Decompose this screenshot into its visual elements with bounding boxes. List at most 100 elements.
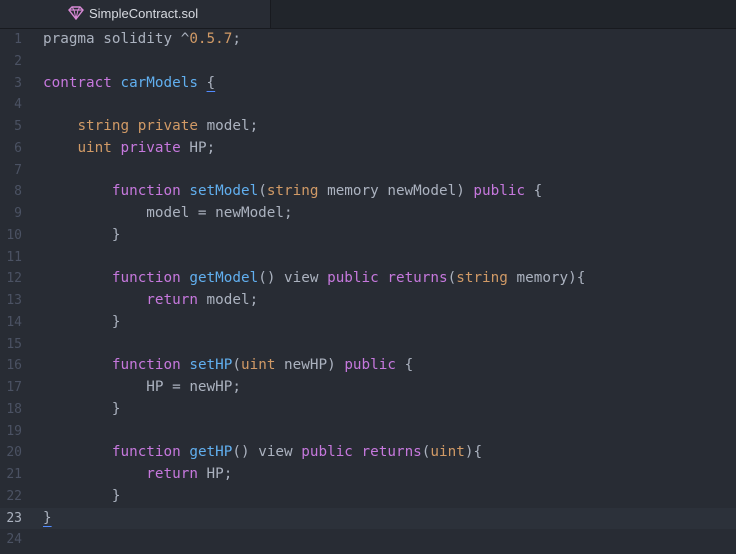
code-token: public [473,183,526,200]
code-token: return [146,292,198,308]
line-number: 17 [6,380,22,395]
line-number: 2 [14,53,22,69]
code-token: } [43,509,52,526]
line-number: 14 [6,314,22,330]
code-editor[interactable]: 1 pragma solidity ^0.5.7; 2 3 contract carMo… [0,29,736,554]
code-text: return model; [43,290,258,312]
code-token: } [43,313,121,330]
code-token: returns [387,270,448,287]
code-line[interactable]: 16 function setHP(uint newHP) public { [0,355,736,377]
code-line[interactable]: 8 function setModel(string memory newMod… [0,181,736,203]
code-token: HP; [180,139,216,156]
code-token: () view [232,444,302,461]
line-number: 10 [6,227,22,243]
line-number: 6 [14,140,22,156]
code-token: { [395,357,414,374]
code-line[interactable]: 23} [0,507,736,530]
tab-simplecontract[interactable]: SimpleContract.sol [0,0,271,28]
code-token: 0.5.7 [189,31,233,47]
code-line[interactable]: 20 function getHP() view public returns(… [0,442,736,464]
code-token: } [43,226,121,243]
code-line[interactable]: 6 uint private HP; [0,138,736,160]
line-number: 20 [6,445,22,461]
code-token: memory){ [507,270,586,287]
line-number: 7 [14,162,22,178]
code-token: } [43,400,121,417]
code-token: ( [258,183,267,200]
code-line[interactable]: 14 } [0,312,736,334]
code-token: newHP) [275,357,345,374]
code-token: memory newModel) [318,183,474,200]
code-line[interactable]: 21 return HP; [0,464,736,486]
code-token: getModel [189,270,259,287]
line-number: 24 [6,532,22,548]
code-line[interactable]: 3 contract carModels { [0,73,736,95]
code-token: ( [232,357,241,374]
code-line[interactable]: 12 function getModel() view public retur… [0,268,736,290]
code-text: uint private HP; [43,138,215,160]
code-text: string private model; [43,116,258,138]
line-number: 3 [14,75,22,91]
code-text: return HP; [43,464,232,486]
line-number: 18 [6,401,22,417]
code-token: function [111,357,190,374]
code-text: } [43,508,52,530]
code-token: setModel [189,183,259,200]
code-token: private [120,139,181,156]
code-token: carModels [120,74,198,91]
code-line[interactable]: 9 model = newModel; [0,203,736,225]
line-number: 15 [6,336,22,352]
line-number: 16 [6,358,22,374]
code-line[interactable]: 13 return model; [0,290,736,312]
code-token: model; [197,292,259,308]
code-line[interactable]: 15 [0,334,736,356]
line-number: 22 [6,488,22,504]
code-token: pragma solidity ^ [43,31,190,47]
code-text: HP = newHP; [43,377,241,399]
tab-title: SimpleContract.sol [89,6,199,21]
code-line[interactable]: 5 string private model; [0,116,736,138]
code-token: ( [447,270,457,287]
code-line[interactable]: 24 [0,529,736,551]
code-text: function getHP() view public returns(uin… [43,442,482,464]
code-text: } [43,312,121,334]
code-token: ; [232,31,241,47]
line-number: 12 [6,271,22,287]
code-line[interactable]: 10 } [0,225,736,247]
code-line[interactable]: 19 [0,421,736,443]
line-number: 9 [14,206,22,221]
code-token: returns [361,444,422,461]
code-token: () view [258,270,328,287]
tab-bar: SimpleContract.sol [0,0,736,29]
code-line[interactable]: 1 pragma solidity ^0.5.7; [0,29,736,51]
line-number: 13 [6,293,22,308]
code-line[interactable]: 2 [0,51,736,73]
code-token: string [266,183,319,200]
code-token: setHP [189,357,233,374]
code-line[interactable]: 4 [0,94,736,116]
code-token: function [111,444,190,461]
code-line[interactable]: 17 HP = newHP; [0,377,736,399]
code-token: ){ [464,444,483,461]
line-number: 4 [14,97,22,113]
code-line[interactable]: 18 } [0,399,736,421]
code-line[interactable]: 7 [0,160,736,182]
code-token: uint [241,357,276,374]
code-text: function setHP(uint newHP) public { [43,355,413,377]
code-token: function [111,183,190,200]
code-token: getHP [189,444,233,461]
line-number: 23 [6,510,22,526]
code-line[interactable]: 11 [0,247,736,269]
code-token: public [327,270,379,287]
code-text: pragma solidity ^0.5.7; [43,29,241,51]
code-text: } [43,486,121,508]
code-line[interactable]: 22 } [0,486,736,508]
